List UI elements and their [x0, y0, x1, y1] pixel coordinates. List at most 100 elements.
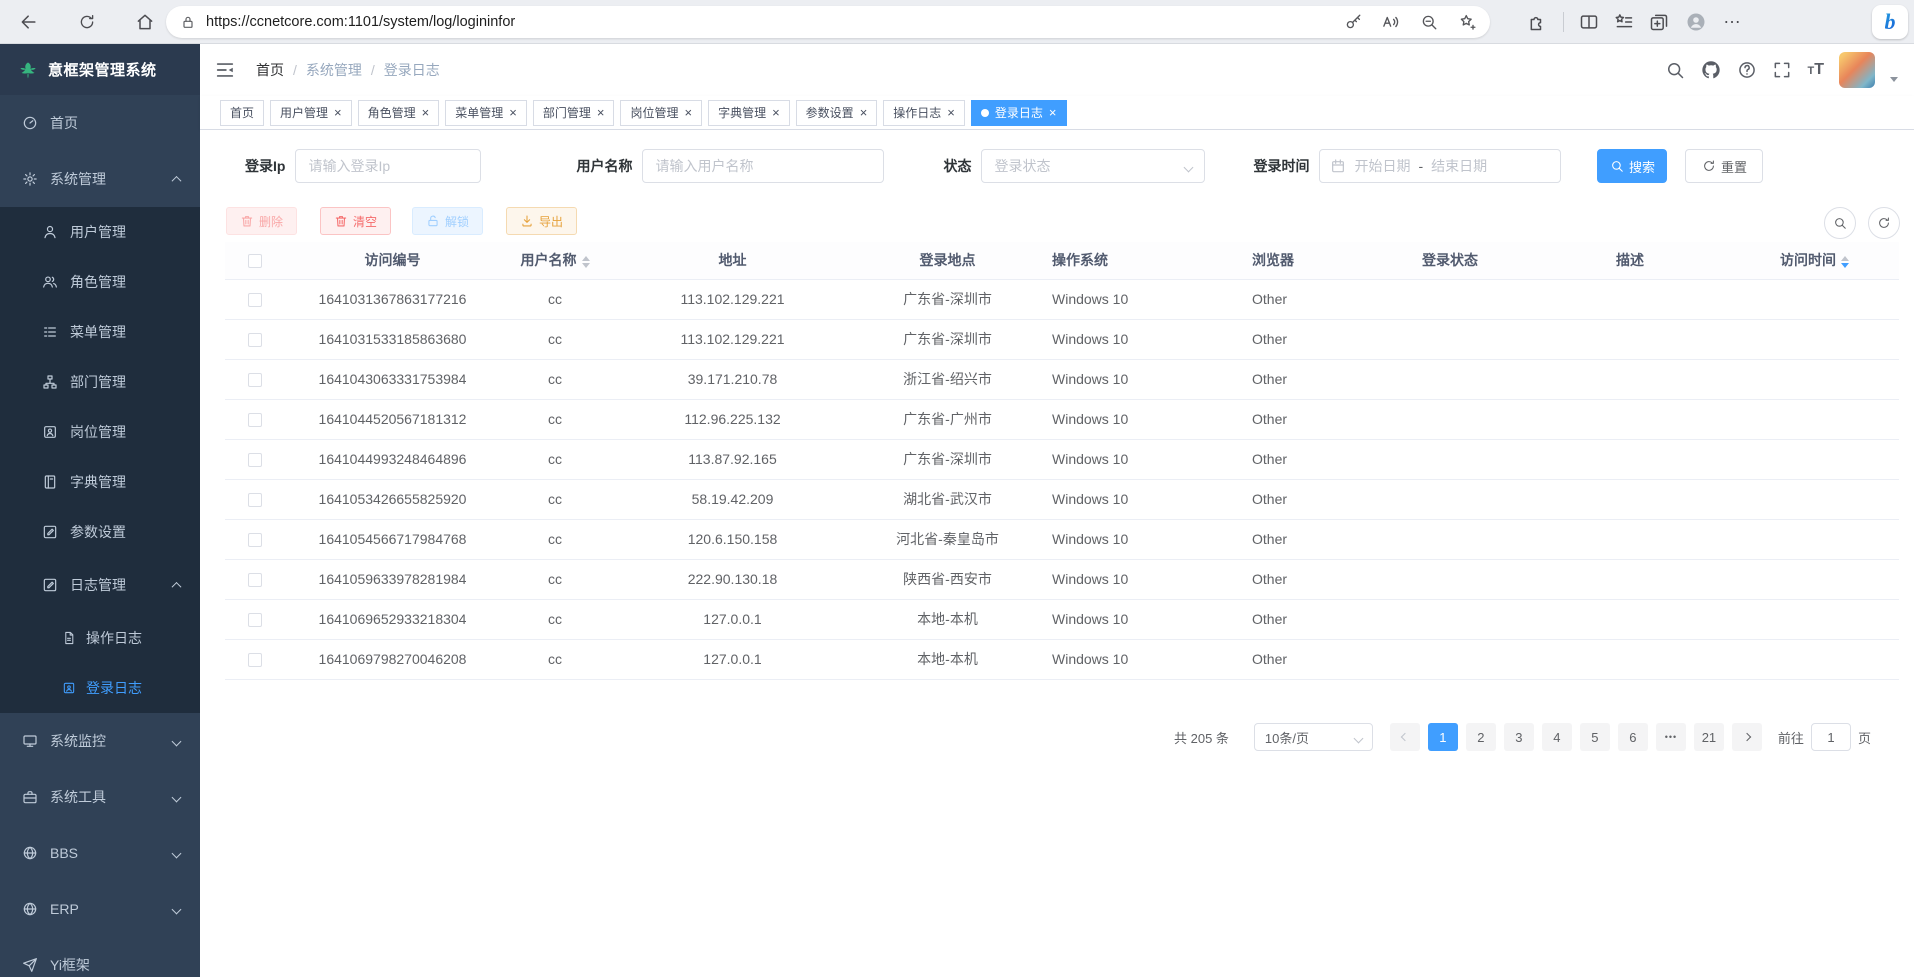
header-visit-time[interactable]: 访问时间: [1730, 242, 1899, 279]
header-search-icon[interactable]: [1665, 60, 1685, 80]
page-button-21[interactable]: 21: [1694, 723, 1724, 751]
sidebar-item-param-settings[interactable]: 参数设置: [0, 507, 200, 557]
tab-post-mgmt[interactable]: 岗位管理: [620, 100, 702, 126]
header-user-name[interactable]: 用户名称: [500, 242, 610, 279]
split-screen-icon[interactable]: [1579, 12, 1599, 32]
close-icon[interactable]: [684, 106, 692, 119]
password-key-icon[interactable]: [1344, 13, 1362, 31]
breadcrumb-home[interactable]: 首页: [256, 60, 284, 80]
collections-icon[interactable]: [1649, 12, 1669, 32]
page-button-2[interactable]: 2: [1466, 723, 1496, 751]
refresh-table-button[interactable]: [1868, 207, 1900, 239]
favorites-icon[interactable]: [1614, 12, 1634, 32]
delete-button[interactable]: 删除: [226, 207, 297, 235]
close-icon[interactable]: [597, 106, 605, 119]
next-page-button[interactable]: [1732, 723, 1762, 751]
font-size-icon[interactable]: TT: [1807, 61, 1824, 79]
sidebar-item-log-mgmt[interactable]: 日志管理: [0, 557, 200, 613]
sidebar-item-erp[interactable]: ERP: [0, 881, 200, 937]
browser-profile-icon[interactable]: [1684, 10, 1708, 34]
address-bar[interactable]: https://ccnetcore.com:1101/system/log/lo…: [166, 6, 1490, 38]
close-icon[interactable]: [860, 106, 868, 119]
tab-role-mgmt[interactable]: 角色管理: [358, 100, 440, 126]
status-select[interactable]: 登录状态: [981, 149, 1205, 183]
copilot-bing-button[interactable]: b: [1872, 5, 1908, 39]
export-button[interactable]: 导出: [506, 207, 577, 235]
sidebar-item-home[interactable]: 首页: [0, 95, 200, 151]
tab-home[interactable]: 首页: [220, 100, 264, 126]
help-icon[interactable]: [1737, 60, 1757, 80]
url-text[interactable]: https://ccnetcore.com:1101/system/log/lo…: [206, 14, 515, 30]
login-ip-input[interactable]: [295, 149, 481, 183]
row-checkbox[interactable]: [248, 373, 262, 387]
page-size-select[interactable]: 10条/页: [1254, 723, 1373, 751]
browser-refresh-button[interactable]: [72, 7, 102, 37]
page-button-5[interactable]: 5: [1580, 723, 1610, 751]
sidebar-item-bbs[interactable]: BBS: [0, 825, 200, 881]
close-icon[interactable]: [509, 106, 517, 119]
prev-page-button[interactable]: [1390, 723, 1420, 751]
clear-button[interactable]: 清空: [320, 207, 391, 235]
sidebar-item-menu-mgmt[interactable]: 菜单管理: [0, 307, 200, 357]
sidebar-item-system-monitor[interactable]: 系统监控: [0, 713, 200, 769]
row-checkbox[interactable]: [248, 453, 262, 467]
row-checkbox[interactable]: [248, 653, 262, 667]
close-icon[interactable]: [334, 106, 342, 119]
sidebar-item-user-mgmt[interactable]: 用户管理: [0, 207, 200, 257]
tab-login-log[interactable]: 登录日志: [971, 100, 1067, 126]
user-avatar[interactable]: [1839, 52, 1875, 88]
close-icon[interactable]: [947, 106, 955, 119]
row-checkbox[interactable]: [248, 613, 262, 627]
tab-menu-mgmt[interactable]: 菜单管理: [445, 100, 527, 126]
sidebar-item-system-mgmt[interactable]: 系统管理: [0, 151, 200, 207]
tab-param-settings[interactable]: 参数设置: [796, 100, 878, 126]
sidebar-item-operation-log[interactable]: 操作日志: [0, 613, 200, 663]
browser-back-button[interactable]: [14, 7, 44, 37]
sort-icon[interactable]: [582, 256, 590, 268]
close-icon[interactable]: [422, 106, 430, 119]
sidebar-item-dept-mgmt[interactable]: 部门管理: [0, 357, 200, 407]
tab-user-mgmt[interactable]: 用户管理: [270, 100, 352, 126]
date-range-picker[interactable]: 开始日期 - 结束日期: [1319, 149, 1561, 183]
row-checkbox[interactable]: [248, 413, 262, 427]
sidebar-item-dict-mgmt[interactable]: 字典管理: [0, 457, 200, 507]
user-name-input[interactable]: [642, 149, 884, 183]
breadcrumb-system-mgmt[interactable]: 系统管理: [306, 60, 362, 80]
page-button-1[interactable]: 1: [1428, 723, 1458, 751]
extensions-icon[interactable]: [1528, 12, 1548, 32]
unlock-button[interactable]: 解锁: [412, 207, 483, 235]
sidebar-item-system-tools[interactable]: 系统工具: [0, 769, 200, 825]
reset-button[interactable]: 重置: [1685, 149, 1763, 183]
toggle-search-button[interactable]: [1824, 207, 1856, 239]
more-pages-icon[interactable]: •••: [1656, 723, 1686, 751]
add-favorite-icon[interactable]: [1458, 13, 1476, 31]
tab-dept-mgmt[interactable]: 部门管理: [533, 100, 615, 126]
page-button-6[interactable]: 6: [1618, 723, 1648, 751]
page-button-4[interactable]: 4: [1542, 723, 1572, 751]
fullscreen-icon[interactable]: [1772, 60, 1792, 80]
goto-page-input[interactable]: [1811, 723, 1851, 751]
sidebar-item-yi-framework[interactable]: Yi框架: [0, 937, 200, 977]
page-button-3[interactable]: 3: [1504, 723, 1534, 751]
select-all-checkbox[interactable]: [248, 254, 262, 268]
read-aloud-icon[interactable]: [1382, 13, 1400, 31]
row-checkbox[interactable]: [248, 533, 262, 547]
zoom-out-icon[interactable]: [1420, 13, 1438, 31]
row-checkbox[interactable]: [248, 333, 262, 347]
browser-more-icon[interactable]: [1723, 17, 1742, 27]
search-button[interactable]: 搜索: [1597, 149, 1667, 183]
row-checkbox[interactable]: [248, 493, 262, 507]
close-icon[interactable]: [1049, 106, 1057, 119]
sidebar-item-login-log[interactable]: 登录日志: [0, 663, 200, 713]
github-icon[interactable]: [1700, 59, 1722, 81]
close-icon[interactable]: [772, 106, 780, 119]
sidebar-item-post-mgmt[interactable]: 岗位管理: [0, 407, 200, 457]
sidebar-collapse-icon[interactable]: [214, 59, 236, 81]
tab-dict-mgmt[interactable]: 字典管理: [708, 100, 790, 126]
sidebar-item-role-mgmt[interactable]: 角色管理: [0, 257, 200, 307]
row-checkbox[interactable]: [248, 573, 262, 587]
row-checkbox[interactable]: [248, 293, 262, 307]
tab-operation-log[interactable]: 操作日志: [883, 100, 965, 126]
sort-icon-active-desc[interactable]: [1841, 256, 1849, 268]
browser-home-button[interactable]: [130, 7, 160, 37]
